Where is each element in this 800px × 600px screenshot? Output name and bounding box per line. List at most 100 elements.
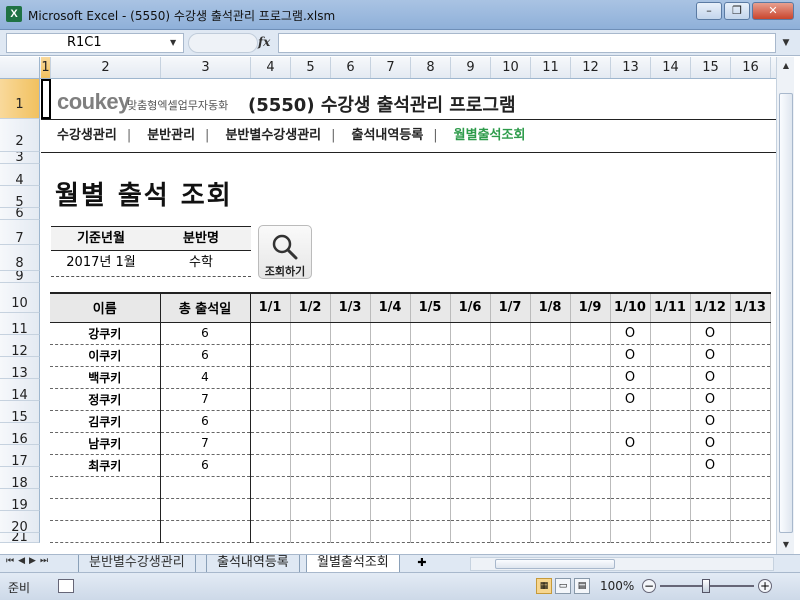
next-sheet-icon[interactable]: ▶ <box>29 556 36 566</box>
zoom-in-button[interactable]: + <box>758 579 772 593</box>
menu-item[interactable]: 분반별수강생관리 <box>209 125 331 147</box>
attendance-mark <box>370 432 411 455</box>
attendance-mark <box>450 410 491 433</box>
menu-item[interactable]: 출석내역등록 <box>336 125 434 147</box>
row-header[interactable]: 6 <box>0 208 40 220</box>
attendance-mark <box>450 476 491 499</box>
minimize-button[interactable]: – <box>696 2 722 20</box>
attendance-mark <box>410 520 451 543</box>
row-header[interactable]: 17 <box>0 445 40 467</box>
page-layout-view-icon[interactable]: ▭ <box>555 578 571 594</box>
main-menu: 수강생관리 | 분반관리 | 분반별수강생관리 | 출석내역등록 | 월별출석조회 <box>41 125 535 147</box>
close-button[interactable]: ✕ <box>752 2 794 20</box>
column-header[interactable]: 5 <box>291 57 331 78</box>
active-cell[interactable] <box>41 79 51 119</box>
row-header[interactable]: 2 <box>0 119 40 152</box>
insert-sheet-icon[interactable]: ✚ <box>412 556 432 571</box>
sheet-tab-monthly-attendance[interactable]: 월별출석조회 <box>306 555 400 572</box>
attendance-mark: O <box>690 454 731 477</box>
macro-record-icon[interactable] <box>58 579 74 593</box>
name-box-dropdown-icon[interactable]: ▼ <box>170 38 176 47</box>
row-header[interactable]: 13 <box>0 357 40 379</box>
last-sheet-icon[interactable]: ⏭ <box>40 556 48 566</box>
attendance-mark <box>690 520 731 543</box>
row-header[interactable]: 18 <box>0 467 40 489</box>
vertical-scroll-thumb[interactable] <box>779 93 793 533</box>
day-column-header: 1/13 <box>730 292 771 323</box>
attendance-row <box>50 520 771 543</box>
column-header[interactable]: 10 <box>491 57 531 78</box>
row-header[interactable]: 21 <box>0 533 40 543</box>
column-header[interactable]: 13 <box>611 57 651 78</box>
menu-item[interactable]: 월별출석조회 <box>438 125 536 147</box>
row-header[interactable]: 20 <box>0 511 40 533</box>
row-header[interactable]: 19 <box>0 489 40 511</box>
prev-sheet-icon[interactable]: ◀ <box>18 556 25 566</box>
search-button[interactable]: 조회하기 <box>258 225 312 279</box>
column-header[interactable]: 9 <box>451 57 491 78</box>
row-header[interactable]: 10 <box>0 283 40 313</box>
attendance-mark: O <box>610 432 651 455</box>
menu-item[interactable]: 수강생관리 <box>41 125 127 147</box>
column-header[interactable]: 8 <box>411 57 451 78</box>
attendance-mark <box>570 366 611 389</box>
insert-function-button[interactable]: fx <box>258 35 270 49</box>
student-name <box>50 498 160 521</box>
column-header[interactable]: 3 <box>161 57 251 78</box>
row-header[interactable]: 3 <box>0 152 40 164</box>
row-header[interactable]: 1 <box>0 79 40 119</box>
attendance-mark <box>330 388 371 411</box>
attendance-mark <box>570 498 611 521</box>
day-column-header: 1/3 <box>330 292 371 323</box>
class-input[interactable]: 수학 <box>151 251 251 276</box>
restore-button[interactable]: ❐ <box>724 2 750 20</box>
name-box[interactable]: R1C1 <box>6 33 184 53</box>
row-header[interactable]: 16 <box>0 423 40 445</box>
column-header[interactable]: 15 <box>691 57 731 78</box>
page-break-view-icon[interactable]: ▤ <box>574 578 590 594</box>
zoom-out-button[interactable]: − <box>642 579 656 593</box>
row-header[interactable]: 9 <box>0 271 40 283</box>
column-header[interactable]: 2 <box>51 57 161 78</box>
column-header[interactable]: 11 <box>531 57 571 78</box>
formula-input[interactable] <box>278 33 776 53</box>
attendance-mark <box>650 432 691 455</box>
menu-item[interactable]: 분반관리 <box>131 125 205 147</box>
sheet-tab-attendance-entry[interactable]: 출석내역등록 <box>206 555 300 572</box>
attendance-mark <box>650 520 691 543</box>
attendance-mark <box>450 520 491 543</box>
column-header[interactable]: 4 <box>251 57 291 78</box>
zoom-slider-thumb[interactable] <box>702 579 710 593</box>
horizontal-scroll-thumb[interactable] <box>495 559 615 569</box>
row-header[interactable]: 11 <box>0 313 40 335</box>
attendance-mark <box>450 432 491 455</box>
column-header[interactable]: 12 <box>571 57 611 78</box>
column-header[interactable]: 1 <box>41 57 51 78</box>
row-header[interactable]: 15 <box>0 401 40 423</box>
attendance-mark <box>530 432 571 455</box>
row-header[interactable]: 4 <box>0 164 40 186</box>
student-name <box>50 520 160 543</box>
column-header[interactable]: 6 <box>331 57 371 78</box>
select-all-corner[interactable] <box>0 57 40 78</box>
column-header[interactable]: 14 <box>651 57 691 78</box>
column-header[interactable]: 7 <box>371 57 411 78</box>
sheet-tab-class-students[interactable]: 분반별수강생관리 <box>78 555 196 572</box>
row-header[interactable]: 12 <box>0 335 40 357</box>
column-header[interactable]: 16 <box>731 57 771 78</box>
attendance-mark <box>650 388 691 411</box>
row-header[interactable]: 8 <box>0 245 40 271</box>
zoom-level[interactable]: 100% <box>600 579 634 593</box>
scroll-up-icon[interactable]: ▲ <box>779 59 793 73</box>
normal-view-icon[interactable]: ▦ <box>536 578 552 594</box>
row-header[interactable]: 14 <box>0 379 40 401</box>
attendance-mark <box>290 498 331 521</box>
vertical-scrollbar[interactable]: ▲ ▼ <box>776 57 794 554</box>
month-input[interactable]: 2017년 1월 <box>51 251 151 276</box>
scroll-down-icon[interactable]: ▼ <box>779 538 793 552</box>
horizontal-scrollbar[interactable] <box>470 557 774 571</box>
expand-formula-bar-icon[interactable]: ▼ <box>778 33 794 53</box>
row-header[interactable]: 5 <box>0 186 40 208</box>
first-sheet-icon[interactable]: ⏮ <box>6 556 14 566</box>
row-header[interactable]: 7 <box>0 220 40 245</box>
